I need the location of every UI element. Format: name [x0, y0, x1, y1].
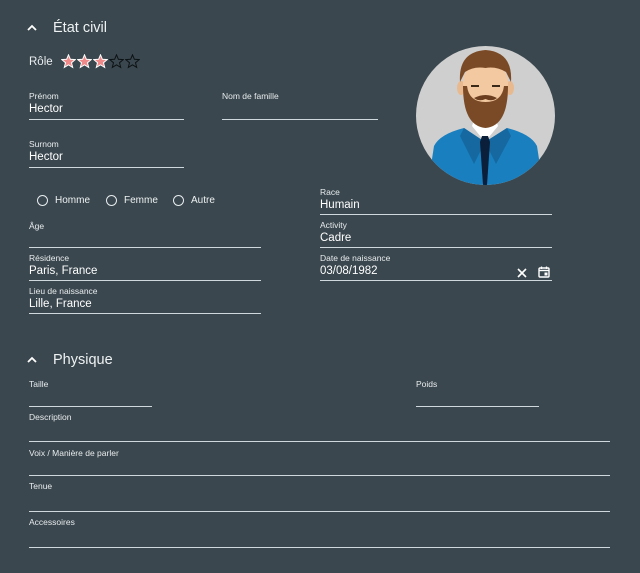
- age-underline: [29, 247, 261, 248]
- residence-underline: [29, 280, 261, 281]
- star-filled-icon[interactable]: [60, 54, 76, 69]
- radio-femme-label: Femme: [124, 195, 158, 206]
- chevron-up-icon[interactable]: [26, 354, 38, 366]
- nom-underline: [222, 119, 378, 120]
- prenom-field[interactable]: Hector: [29, 103, 63, 115]
- tenue-underline: [29, 511, 610, 512]
- race-field[interactable]: Humain: [320, 199, 360, 211]
- accessoires-underline: [29, 547, 610, 548]
- surnom-underline: [29, 167, 184, 168]
- radio-circle[interactable]: [37, 195, 48, 206]
- lieu-underline: [29, 313, 261, 314]
- physique-header[interactable]: Physique: [26, 350, 113, 370]
- star-filled-icon[interactable]: [76, 54, 92, 69]
- description-underline: [29, 441, 610, 442]
- voix-underline: [29, 475, 610, 476]
- clear-icon[interactable]: [516, 267, 528, 279]
- nom-label: Nom de famille: [222, 91, 279, 101]
- race-underline: [320, 214, 552, 215]
- etat-civil-header[interactable]: État civil: [26, 18, 107, 38]
- residence-field[interactable]: Paris, France: [29, 265, 97, 277]
- activity-underline: [320, 247, 552, 248]
- age-label: Âge: [29, 221, 45, 231]
- physique-title: Physique: [53, 352, 113, 368]
- tenue-label: Tenue: [29, 481, 53, 491]
- naissance-field[interactable]: 03/08/1982: [320, 265, 378, 277]
- radio-circle[interactable]: [173, 195, 184, 206]
- voix-label: Voix / Manière de parler: [29, 448, 119, 458]
- accessoires-label: Accessoires: [29, 517, 75, 527]
- residence-label: Résidence: [29, 253, 70, 263]
- prenom-underline: [29, 119, 184, 120]
- role-stars[interactable]: [60, 54, 140, 69]
- role-label: Rôle: [29, 55, 53, 68]
- etat-civil-title: État civil: [53, 20, 107, 36]
- radio-autre[interactable]: Autre: [173, 195, 215, 206]
- star-filled-icon[interactable]: [92, 54, 108, 69]
- lieu-field[interactable]: Lille, France: [29, 298, 92, 310]
- lieu-label: Lieu de naissance: [29, 286, 98, 296]
- radio-autre-label: Autre: [191, 195, 215, 206]
- star-empty-icon[interactable]: [108, 54, 124, 69]
- poids-label: Poids: [416, 379, 438, 389]
- chevron-up-icon[interactable]: [26, 22, 38, 34]
- taille-underline: [29, 406, 152, 407]
- radio-circle[interactable]: [106, 195, 117, 206]
- description-label: Description: [29, 412, 72, 422]
- naissance-label: Date de naissance: [320, 253, 391, 263]
- poids-underline: [416, 406, 539, 407]
- calendar-icon[interactable]: [538, 266, 550, 278]
- role-rating: Rôle: [29, 54, 140, 69]
- avatar[interactable]: [416, 46, 555, 185]
- radio-homme-label: Homme: [55, 195, 91, 206]
- naissance-underline: [320, 280, 552, 281]
- radio-homme[interactable]: Homme: [37, 195, 90, 206]
- radio-femme[interactable]: Femme: [106, 195, 158, 206]
- prenom-label: Prénom: [29, 91, 59, 101]
- race-label: Race: [320, 187, 340, 197]
- star-empty-icon[interactable]: [124, 54, 140, 69]
- surnom-label: Surnom: [29, 139, 59, 149]
- surnom-field[interactable]: Hector: [29, 151, 63, 163]
- activity-label: Activity: [320, 220, 347, 230]
- activity-field[interactable]: Cadre: [320, 232, 351, 244]
- taille-label: Taille: [29, 379, 49, 389]
